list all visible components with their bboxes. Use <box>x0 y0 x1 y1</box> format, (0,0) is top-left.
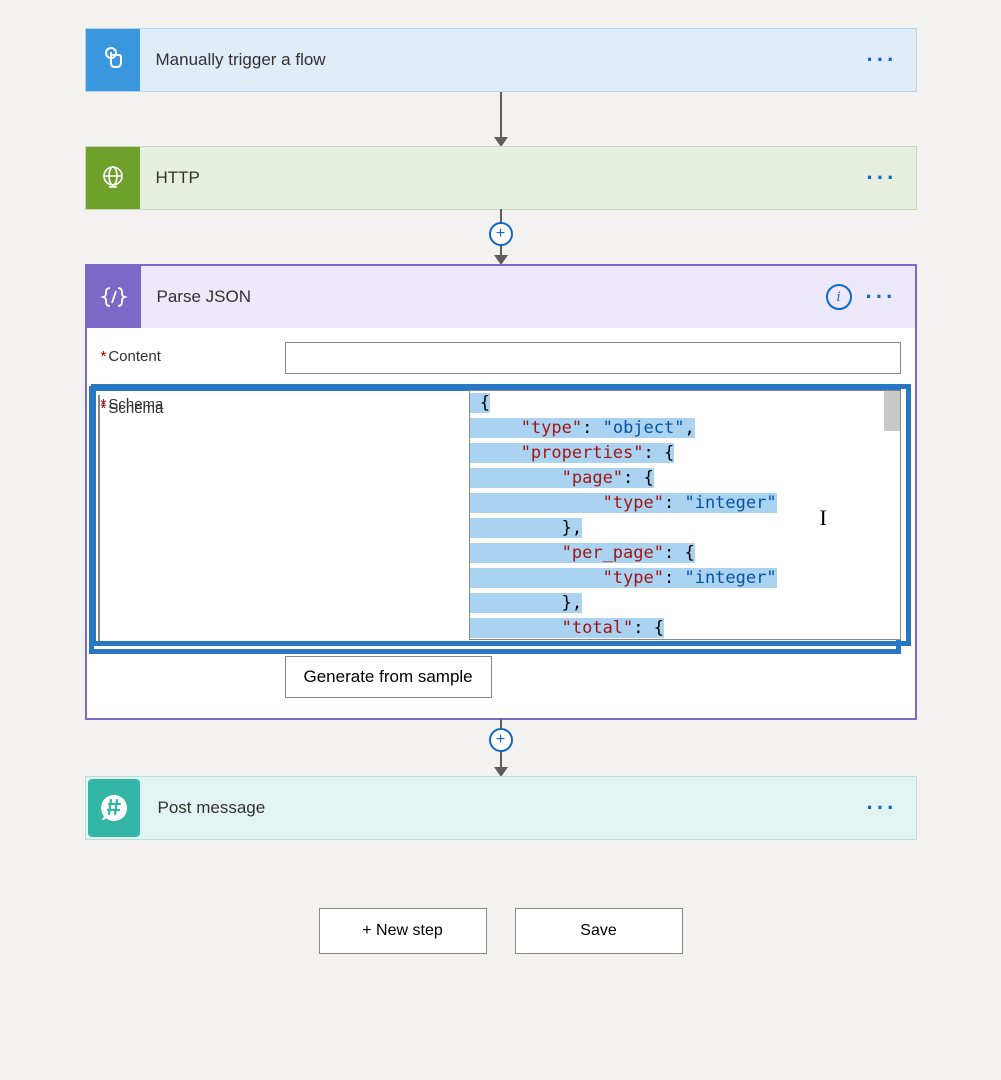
http-menu-button[interactable]: ··· <box>867 167 898 189</box>
info-icon[interactable]: i <box>826 284 852 310</box>
post-menu-button[interactable]: ··· <box>867 797 898 819</box>
globe-icon <box>86 147 140 209</box>
parse-title: Parse JSON <box>141 266 826 328</box>
parse-json-step: Parse JSON i ··· *Content *Schema I <box>85 264 917 720</box>
new-step-button[interactable]: + New step <box>319 908 487 954</box>
braces-icon <box>87 266 141 328</box>
post-message-step[interactable]: Post message ··· <box>85 776 917 840</box>
schema-editor[interactable]: I <box>98 395 100 645</box>
content-label: *Content <box>101 342 285 365</box>
connector-arrow <box>494 91 508 147</box>
connector-arrow: + <box>489 719 513 777</box>
text-cursor-icon: I <box>820 505 827 530</box>
http-title: HTTP <box>140 147 867 209</box>
insert-step-button[interactable]: + <box>489 728 513 752</box>
trigger-title: Manually trigger a flow <box>140 29 867 91</box>
save-button[interactable]: Save <box>515 908 683 954</box>
trigger-step[interactable]: Manually trigger a flow ··· <box>85 28 917 92</box>
content-input[interactable] <box>285 342 901 374</box>
schema-editor[interactable]: { "type": "object", "properties": { "pag… <box>469 390 901 640</box>
scrollbar-thumb[interactable] <box>884 391 900 431</box>
insert-step-button[interactable]: + <box>489 222 513 246</box>
generate-from-sample-button[interactable]: Generate from sample <box>285 656 492 698</box>
post-title: Post message <box>142 777 867 839</box>
trigger-menu-button[interactable]: ··· <box>867 49 898 71</box>
parse-header[interactable]: Parse JSON i ··· <box>87 266 915 328</box>
schema-label: *Schema <box>97 386 277 413</box>
http-step[interactable]: HTTP ··· <box>85 146 917 210</box>
connector-arrow: + <box>489 209 513 265</box>
parse-menu-button[interactable]: ··· <box>866 286 897 308</box>
touch-icon <box>86 29 140 91</box>
hash-icon <box>88 779 140 837</box>
